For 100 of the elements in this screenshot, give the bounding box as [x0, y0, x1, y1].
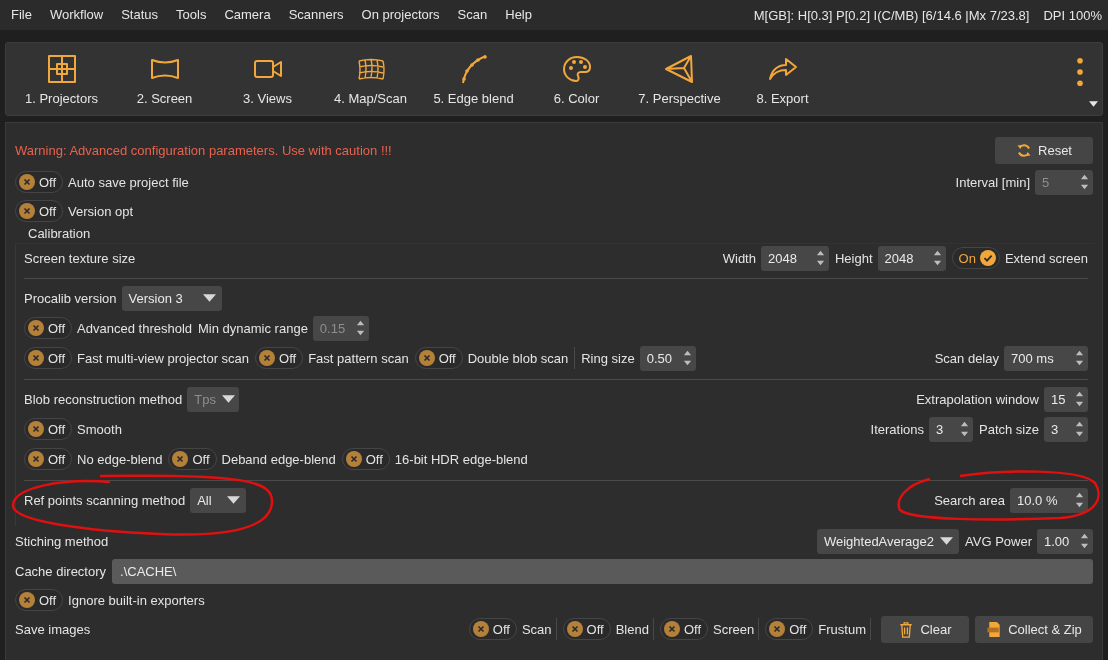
toolbar-button[interactable]: 7. Perspective: [628, 47, 731, 111]
field-label: Width: [722, 250, 756, 266]
toggle-switch[interactable]: Off: [468, 618, 517, 640]
field-label: Min dynamic range: [198, 320, 308, 336]
spin-arrows-icon[interactable]: [960, 419, 969, 439]
dropdown[interactable]: WeightedAverage2: [816, 528, 960, 554]
toolbar-button[interactable]: 1. Projectors: [10, 47, 113, 111]
field-label: Screen texture size: [24, 250, 136, 266]
clear-button[interactable]: Clear: [881, 615, 969, 643]
dropdown[interactable]: Version 3: [121, 285, 222, 311]
option-label: Version opt: [68, 203, 134, 219]
toggle-switch[interactable]: Off: [15, 200, 64, 222]
toggle-switch[interactable]: Off: [15, 589, 64, 611]
number-field[interactable]: 700 ms: [1004, 345, 1088, 371]
check-icon: [979, 250, 996, 266]
x-icon: [472, 621, 489, 637]
field-label: Interval [min]: [955, 174, 1030, 190]
dropdown[interactable]: All: [190, 487, 247, 513]
menu-item[interactable]: Status: [112, 6, 168, 24]
memory-status: M[GB]: H[0.3] P[0.2] I(C/MB) [6/14.6 |Mx 7/23.8]: [753, 7, 1030, 23]
toolbar-button[interactable]: 3. Views: [216, 47, 319, 111]
field-label: AVG Power: [965, 533, 1032, 549]
number-field[interactable]: 2048: [877, 245, 946, 271]
number-field[interactable]: 0.50: [639, 345, 696, 371]
toggle-switch[interactable]: Off: [24, 448, 73, 470]
number-field[interactable]: 10.0 %: [1010, 487, 1088, 513]
toolbar-button[interactable]: 5. Edge blend: [422, 47, 525, 111]
toggle-switch[interactable]: On: [951, 247, 1000, 269]
caret-icon[interactable]: [1089, 101, 1098, 107]
toolbar-button[interactable]: 6. Color: [525, 47, 628, 111]
field-label: Stiching method: [15, 533, 109, 549]
field-label: Procalib version: [24, 290, 117, 306]
option-label: Fast multi-view projector scan: [77, 350, 250, 366]
toggle-switch[interactable]: Off: [255, 347, 304, 369]
toolbar-button[interactable]: 8. Export: [731, 47, 834, 111]
x-icon: [566, 621, 583, 637]
menu-item[interactable]: Tools: [167, 6, 216, 24]
spin-arrows-icon[interactable]: [1075, 490, 1084, 510]
x-icon: [28, 451, 44, 467]
option-label: 16-bit HDR edge-blend: [394, 451, 528, 467]
zip-file-icon: [986, 620, 1003, 638]
number-field[interactable]: 3: [1044, 416, 1088, 442]
spin-arrows-icon[interactable]: [815, 248, 825, 268]
number-field[interactable]: 3: [929, 416, 973, 442]
toggle-switch[interactable]: Off: [341, 448, 390, 470]
x-icon: [19, 174, 35, 190]
toggle-switch[interactable]: Off: [659, 618, 708, 640]
number-field[interactable]: 15: [1044, 386, 1088, 412]
toggle-switch[interactable]: Off: [24, 418, 73, 440]
option-label: Ignore built-in exporters: [68, 592, 205, 608]
caret-icon: [221, 395, 235, 403]
grid-icon: [45, 52, 78, 85]
x-icon: [28, 421, 44, 437]
group-title: Calibration: [28, 225, 92, 243]
option-label: Blend: [615, 621, 649, 637]
menu-item[interactable]: Scan: [448, 6, 497, 24]
toggle-switch[interactable]: Off: [562, 618, 611, 640]
field-label: Blob reconstruction method: [24, 391, 183, 407]
spin-arrows-icon[interactable]: [1075, 419, 1084, 439]
field-label: Ref points scanning method: [24, 492, 186, 508]
number-field[interactable]: 2048: [760, 245, 829, 271]
toggle-switch[interactable]: Off: [765, 618, 814, 640]
trash-icon: [898, 620, 915, 638]
dpi-dropdown[interactable]: DPI 100%: [1043, 7, 1102, 23]
reset-button[interactable]: Reset: [995, 136, 1093, 164]
menu-item[interactable]: Workflow: [40, 6, 113, 24]
toolbar-button[interactable]: 4. Map/Scan: [319, 47, 422, 111]
caret-icon: [227, 496, 241, 504]
toggle-switch[interactable]: Off: [24, 347, 73, 369]
x-icon: [769, 621, 786, 637]
spin-arrows-icon[interactable]: [682, 348, 692, 368]
toggle-switch[interactable]: Off: [168, 448, 217, 470]
more-options-icon[interactable]: [1076, 57, 1084, 87]
option-label: Deband edge-blend: [221, 451, 336, 467]
spin-arrows-icon[interactable]: [932, 248, 942, 268]
menu-item[interactable]: File: [2, 6, 41, 24]
x-icon: [418, 350, 435, 366]
toggle-switch[interactable]: Off: [24, 317, 73, 339]
menu-item[interactable]: Camera: [215, 6, 280, 24]
x-icon: [345, 451, 362, 467]
menu-item[interactable]: Scanners: [279, 6, 353, 24]
toggle-switch[interactable]: Off: [414, 347, 463, 369]
refresh-icon: [1016, 141, 1032, 159]
x-icon: [28, 350, 44, 366]
option-label: Fast pattern scan: [308, 350, 409, 366]
toggle-switch[interactable]: Off: [15, 171, 64, 193]
spin-arrows-icon[interactable]: [1075, 348, 1084, 368]
number-field[interactable]: 1.00: [1037, 528, 1093, 554]
menu-item[interactable]: On projectors: [352, 6, 449, 24]
toolbar-button[interactable]: 2. Screen: [113, 47, 216, 111]
option-label: Extend screen: [1004, 250, 1088, 266]
option-label: Smooth: [77, 421, 122, 437]
menu-item[interactable]: Help: [496, 6, 541, 24]
option-label: Scan: [521, 621, 552, 637]
field-label: Patch size: [979, 421, 1039, 437]
spin-arrows-icon[interactable]: [1080, 531, 1089, 551]
spin-arrows-icon[interactable]: [1075, 389, 1084, 409]
x-icon: [663, 621, 680, 637]
directory-field[interactable]: .\CACHE\: [112, 558, 1093, 584]
collect-zip-button[interactable]: Collect & Zip: [975, 615, 1093, 643]
